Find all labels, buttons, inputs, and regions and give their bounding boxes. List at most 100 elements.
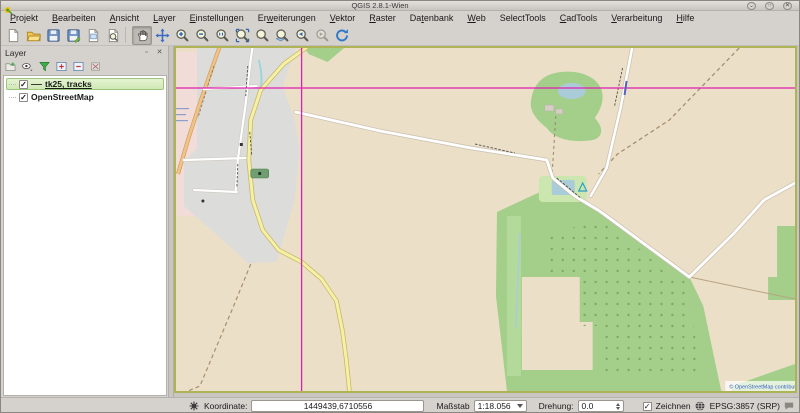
zoom-to-selection-button[interactable] xyxy=(252,26,272,45)
menu-selecttools[interactable]: SelectTools xyxy=(493,12,553,24)
zoom-to-layer-icon xyxy=(275,28,290,43)
chevron-down-icon xyxy=(517,404,523,408)
manage-layer-visibility-icon xyxy=(22,61,33,72)
menu-projekt[interactable]: Projekt xyxy=(3,12,45,24)
refresh-icon xyxy=(335,28,350,43)
map-canvas[interactable]: © OpenStreetMap contributors xyxy=(174,46,797,393)
layer-item-openstreetmap[interactable]: ✓OpenStreetMap xyxy=(6,91,164,103)
maximize-button[interactable]: ○ xyxy=(765,2,774,10)
collapse-all-button[interactable] xyxy=(72,60,85,73)
menu-layer[interactable]: Layer xyxy=(146,12,183,24)
zoom-to-layer-button[interactable] xyxy=(272,26,292,45)
pond-north xyxy=(558,83,586,99)
rotation-label: Drehung: xyxy=(539,401,574,411)
menu-vektor[interactable]: Vektor xyxy=(323,12,363,24)
render-progress-icon xyxy=(189,401,200,412)
save-project-as-icon xyxy=(66,28,81,43)
tree-guide xyxy=(9,84,16,85)
remove-layer-icon xyxy=(90,61,101,72)
menu-ansicht[interactable]: Ansicht xyxy=(103,12,147,24)
menu-raster[interactable]: Raster xyxy=(362,12,403,24)
layer-panel: Layer ▫ ✕ ✓tk25, tracks✓OpenStreetMap xyxy=(1,46,168,397)
menu-datenbank[interactable]: Datenbank xyxy=(403,12,461,24)
composer-manager-button[interactable] xyxy=(103,26,123,45)
toolbar-separator xyxy=(125,27,130,43)
manage-layer-visibility-button[interactable] xyxy=(21,60,34,73)
menu-hilfe[interactable]: Hilfe xyxy=(669,12,701,24)
zoom-out-button[interactable] xyxy=(192,26,212,45)
zoom-in-button[interactable] xyxy=(172,26,192,45)
meadow-strip xyxy=(507,216,521,376)
new-project-button[interactable] xyxy=(3,26,23,45)
save-project-icon xyxy=(46,28,61,43)
filter-legend-button[interactable] xyxy=(38,60,51,73)
poi-marker-icon xyxy=(201,200,204,203)
save-project-button[interactable] xyxy=(43,26,63,45)
pan-map-button[interactable] xyxy=(132,26,152,45)
layer-panel-titlebar[interactable]: Layer ▫ ✕ xyxy=(1,46,168,59)
scale-value: 1:18.056 xyxy=(478,401,517,412)
rotation-spinner[interactable]: 0.0 xyxy=(578,400,624,412)
main-toolbar xyxy=(1,25,799,46)
collapse-all-icon xyxy=(73,61,84,72)
layer-symbol-line xyxy=(31,84,42,85)
qgis-app-icon xyxy=(4,2,13,10)
add-group-icon xyxy=(5,61,16,72)
menubar: ProjektBearbeitenAnsichtLayerEinstellung… xyxy=(1,11,799,25)
layer-visibility-checkbox[interactable]: ✓ xyxy=(19,80,28,89)
poi-symbol-icon xyxy=(258,172,261,175)
filter-legend-icon xyxy=(39,61,50,72)
globe-crs-icon xyxy=(695,401,706,412)
menu-verarbeitung[interactable]: Verarbeitung xyxy=(604,12,669,24)
titlebar[interactable]: QGIS 2.8.1-Wien ⌄ ○ ✕ xyxy=(1,1,799,11)
refresh-button[interactable] xyxy=(332,26,352,45)
menu-cadtools[interactable]: CadTools xyxy=(553,12,605,24)
dock-float-icon[interactable]: ▫ xyxy=(142,49,151,58)
pan-to-selection-button[interactable] xyxy=(152,26,172,45)
layer-visibility-checkbox[interactable]: ✓ xyxy=(19,93,28,102)
map-svg: © OpenStreetMap contributors xyxy=(176,48,795,391)
expand-all-button[interactable] xyxy=(55,60,68,73)
pan-to-selection-icon xyxy=(155,28,170,43)
zoom-next-icon xyxy=(315,28,330,43)
building xyxy=(556,109,563,114)
map-attribution: © OpenStreetMap contributors xyxy=(725,381,795,391)
render-checkbox[interactable]: ✓ xyxy=(643,402,652,411)
statusbar: Koordinate: 1449439,6710556 Maßstab 1:18… xyxy=(1,397,799,413)
new-composer-icon xyxy=(86,28,101,43)
scale-combobox[interactable]: 1:18.056 xyxy=(474,400,527,412)
building xyxy=(545,105,554,111)
layer-item-tk25-tracks[interactable]: ✓tk25, tracks xyxy=(6,78,164,90)
zoom-native-button[interactable] xyxy=(212,26,232,45)
crs-status-button[interactable]: EPSG:3857 (SRP) xyxy=(710,401,780,411)
remove-layer-button[interactable] xyxy=(89,60,102,73)
zoom-native-icon xyxy=(215,28,230,43)
add-group-button[interactable] xyxy=(4,60,17,73)
new-composer-button[interactable] xyxy=(83,26,103,45)
zoom-next-button[interactable] xyxy=(312,26,332,45)
dock-close-icon[interactable]: ✕ xyxy=(155,49,164,58)
save-project-as-button[interactable] xyxy=(63,26,83,45)
new-project-icon xyxy=(6,28,21,43)
open-project-icon xyxy=(26,28,41,43)
attribution-text[interactable]: © OpenStreetMap contributors xyxy=(729,383,795,390)
minimize-button[interactable]: ⌄ xyxy=(747,2,756,10)
close-button[interactable]: ✕ xyxy=(783,2,792,10)
composer-manager-icon xyxy=(106,28,121,43)
field-clearing xyxy=(522,322,593,370)
coordinate-label: Koordinate: xyxy=(204,401,247,411)
coordinate-input[interactable]: 1449439,6710556 xyxy=(251,400,424,412)
scale-label: Maßstab xyxy=(436,401,469,411)
rotation-value: 0.0 xyxy=(582,401,616,412)
menu-erweiterungen[interactable]: Erweiterungen xyxy=(251,12,323,24)
open-project-button[interactable] xyxy=(23,26,43,45)
zoom-last-icon xyxy=(295,28,310,43)
menu-bearbeiten[interactable]: Bearbeiten xyxy=(45,12,103,24)
menu-einstellungen[interactable]: Einstellungen xyxy=(183,12,251,24)
spinner-arrows-icon[interactable] xyxy=(616,403,620,410)
zoom-last-button[interactable] xyxy=(292,26,312,45)
menu-web[interactable]: Web xyxy=(460,12,492,24)
log-messages-icon[interactable] xyxy=(784,401,795,412)
window-controls: ⌄ ○ ✕ xyxy=(747,2,792,10)
zoom-full-button[interactable] xyxy=(232,26,252,45)
